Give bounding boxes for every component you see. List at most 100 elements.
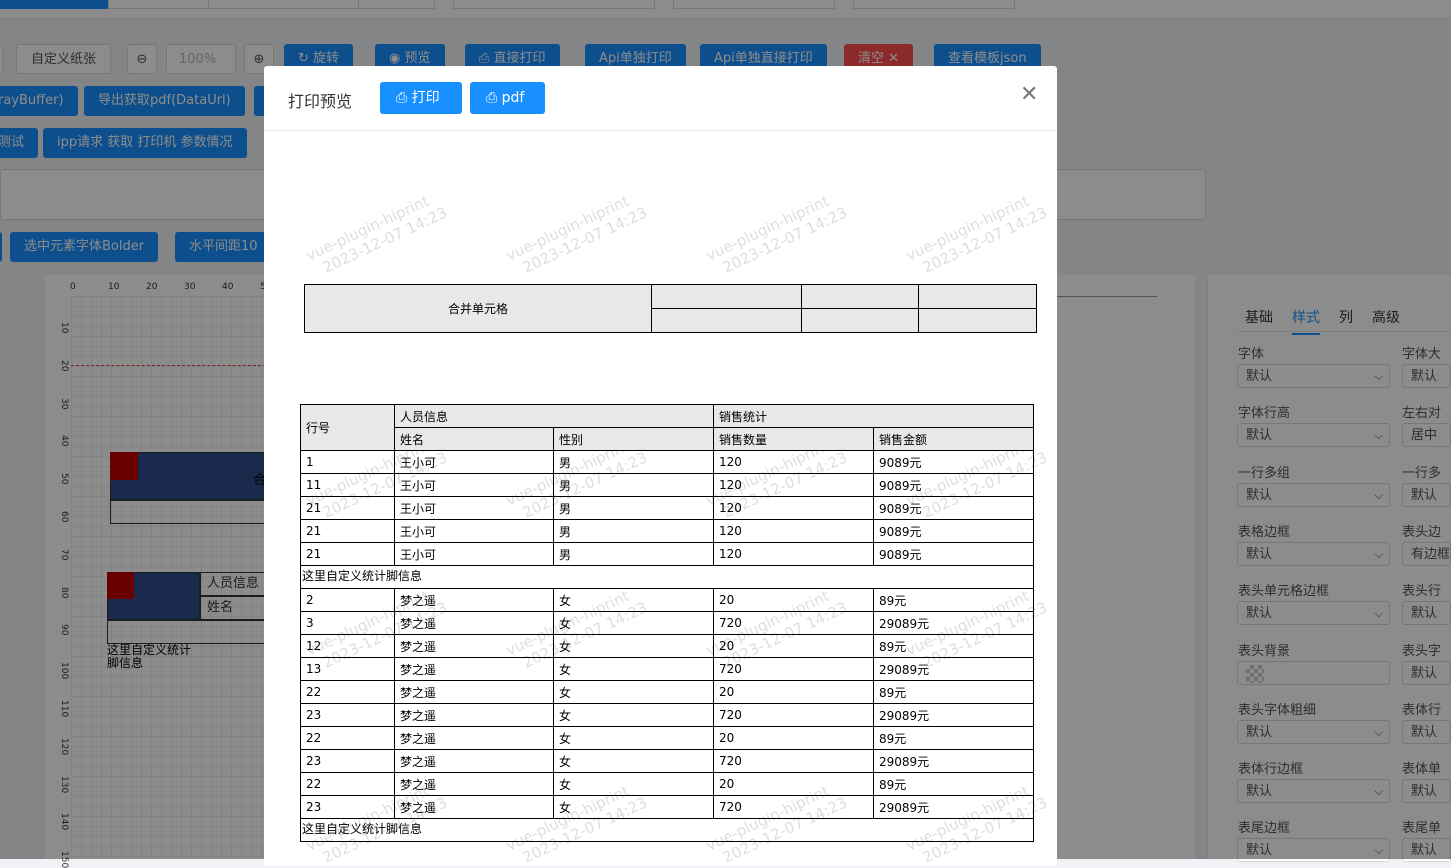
table-cell <box>918 308 1037 333</box>
table-row: 12 梦之遥女 20 89元 <box>300 634 1034 658</box>
table-cell: 20 <box>713 726 874 750</box>
table-cell: 20 <box>713 634 874 658</box>
table-footer: 这里自定义统计脚信息 <box>300 818 1034 842</box>
table-cell: 21 <box>300 496 395 520</box>
table-cell: 梦之遥 <box>394 588 554 612</box>
table-cell: 王小可 <box>394 542 554 566</box>
table-cell: 男 <box>553 496 714 520</box>
table-cell: 89元 <box>873 634 1034 658</box>
table-cell: 120 <box>713 496 874 520</box>
table-cell: 11 <box>300 473 395 497</box>
table-body-group1: 1 王小可男 120 9089元 11 王小可男 120 9089元 21 王小可男 120 9089… <box>300 450 1034 566</box>
table-cell: 21 <box>300 542 395 566</box>
table-cell: 梦之遥 <box>394 795 554 819</box>
table-cell: 王小可 <box>394 473 554 497</box>
table-cell: 梦之遥 <box>394 749 554 773</box>
table-cell: 女 <box>553 749 714 773</box>
table-row: 23 梦之遥女 720 29089元 <box>300 703 1034 727</box>
table-cell: 梦之遥 <box>394 611 554 635</box>
table-cell: 21 <box>300 519 395 543</box>
table-cell: 9089元 <box>873 542 1034 566</box>
table-cell: 120 <box>713 450 874 474</box>
close-icon[interactable]: ✕ <box>1020 82 1038 107</box>
table-cell: 120 <box>713 473 874 497</box>
table-body-group2: 2 梦之遥女 20 89元 3 梦之遥女 720 29089元 12 梦之遥女 20 89元 13 梦之遥… <box>300 588 1034 819</box>
table-cell: 23 <box>300 703 395 727</box>
table-cell: 89元 <box>873 680 1034 704</box>
merged-cell: 合并单元格 <box>304 284 652 333</box>
table-cell: 3 <box>300 611 395 635</box>
table-cell: 9089元 <box>873 496 1034 520</box>
table-cell: 20 <box>713 680 874 704</box>
table-row: 23 梦之遥女 720 29089元 <box>300 749 1034 773</box>
table-cell <box>801 284 919 309</box>
table-cell: 女 <box>553 611 714 635</box>
watermark: vue-plugin-hiprint 2023-12-07 14:23 <box>503 187 650 281</box>
table-cell: 2 <box>300 588 395 612</box>
table-row: 3 梦之遥女 720 29089元 <box>300 611 1034 635</box>
table-cell: 女 <box>553 726 714 750</box>
table-cell: 女 <box>553 588 714 612</box>
print-button[interactable]: ⎙ 打印 <box>380 82 462 114</box>
table-cell: 梦之遥 <box>394 680 554 704</box>
table-cell: 120 <box>713 519 874 543</box>
watermark: vue-plugin-hiprint 2023-12-07 14:23 <box>703 187 850 281</box>
watermark: vue-plugin-hiprint 2023-12-07 14:23 <box>903 187 1050 281</box>
table-row: 1 王小可男 120 9089元 <box>300 450 1034 474</box>
table-cell: 王小可 <box>394 450 554 474</box>
table-row: 21 王小可男 120 9089元 <box>300 496 1034 520</box>
table-cell: 720 <box>713 611 874 635</box>
table-row: 23 梦之遥女 720 29089元 <box>300 795 1034 819</box>
table-footer: 这里自定义统计脚信息 <box>300 565 1034 589</box>
table-cell: 29089元 <box>873 749 1034 773</box>
table-cell: 女 <box>553 634 714 658</box>
table-row: 11 王小可男 120 9089元 <box>300 473 1034 497</box>
table-cell: 13 <box>300 657 395 681</box>
table-cell: 女 <box>553 795 714 819</box>
sales-table: 行号 人员信息 销售统计 姓名 性别 销售数量 销售金额 1 王小可男 120 908… <box>300 404 1034 842</box>
table-cell: 梦之遥 <box>394 634 554 658</box>
table-header-cell: 销售金额 <box>873 427 1034 451</box>
table-cell: 22 <box>300 680 395 704</box>
table-cell: 梦之遥 <box>394 772 554 796</box>
table-cell <box>651 308 802 333</box>
table-cell: 22 <box>300 726 395 750</box>
table-cell: 女 <box>553 680 714 704</box>
table-header-cell: 人员信息 <box>394 404 714 428</box>
table-row: 13 梦之遥女 720 29089元 <box>300 657 1034 681</box>
table-cell: 89元 <box>873 588 1034 612</box>
table-cell: 720 <box>713 657 874 681</box>
table-cell: 720 <box>713 749 874 773</box>
table-cell <box>651 284 802 309</box>
table-cell: 20 <box>713 772 874 796</box>
table-cell: 9089元 <box>873 519 1034 543</box>
pdf-button[interactable]: ⎙ pdf <box>470 82 545 114</box>
table-cell: 梦之遥 <box>394 657 554 681</box>
table-cell: 女 <box>553 772 714 796</box>
table-cell: 梦之遥 <box>394 726 554 750</box>
table-cell: 120 <box>713 542 874 566</box>
printer-icon: ⎙ <box>486 90 502 106</box>
table-cell: 22 <box>300 772 395 796</box>
merged-cell-table: 合并单元格 <box>304 284 1037 333</box>
table-row: 21 王小可男 120 9089元 <box>300 542 1034 566</box>
watermark: vue-plugin-hiprint 2023-12-07 14:23 <box>303 187 450 281</box>
table-cell: 男 <box>553 473 714 497</box>
table-header-cell: 行号 <box>300 404 395 451</box>
table-cell: 29089元 <box>873 703 1034 727</box>
table-cell: 12 <box>300 634 395 658</box>
table-cell: 29089元 <box>873 795 1034 819</box>
table-cell <box>918 284 1037 309</box>
table-cell: 29089元 <box>873 657 1034 681</box>
table-cell: 梦之遥 <box>394 703 554 727</box>
table-cell: 720 <box>713 795 874 819</box>
table-cell: 女 <box>553 703 714 727</box>
table-cell: 男 <box>553 450 714 474</box>
table-cell: 23 <box>300 795 395 819</box>
table-row: 21 王小可男 120 9089元 <box>300 519 1034 543</box>
table-cell: 720 <box>713 703 874 727</box>
table-cell: 王小可 <box>394 519 554 543</box>
table-row: 22 梦之遥女 20 89元 <box>300 680 1034 704</box>
table-cell <box>801 308 919 333</box>
modal-header: 打印预览 ⎙ 打印 ⎙ pdf ✕ <box>264 66 1057 131</box>
